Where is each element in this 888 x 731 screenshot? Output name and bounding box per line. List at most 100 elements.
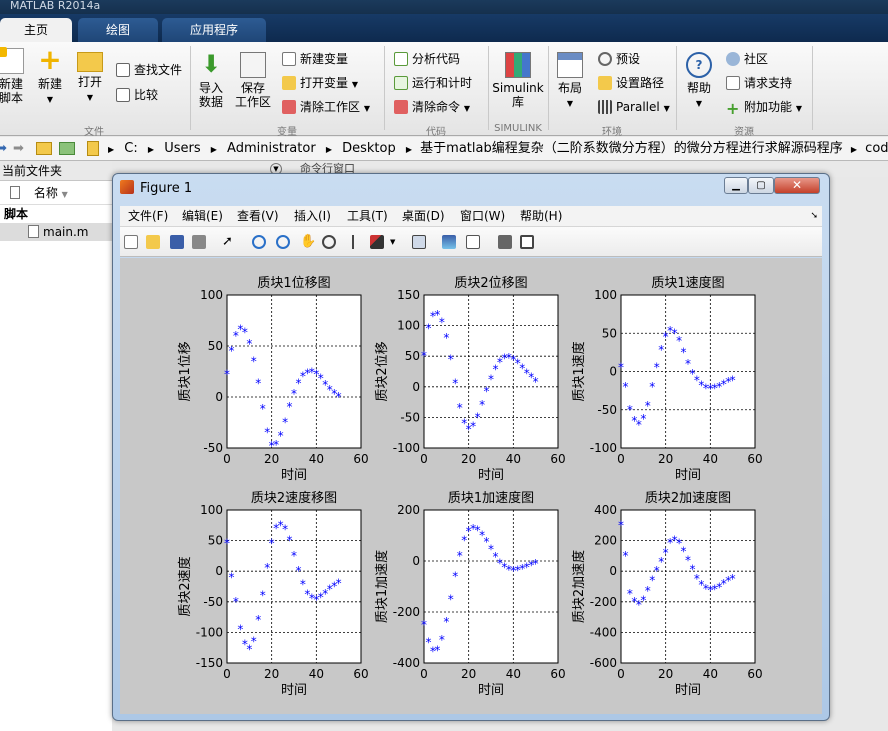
data-point: *	[443, 615, 449, 629]
tab-plots[interactable]: 绘图	[78, 18, 158, 42]
forward-arrow-icon[interactable]: ➡	[13, 137, 24, 161]
menu-tools[interactable]: 工具(T)	[347, 206, 388, 227]
dock-arrow-icon[interactable]: ➘	[810, 206, 818, 227]
breadcrumb-item[interactable]: Desktop	[342, 141, 396, 156]
y-tick-label: -100	[196, 625, 223, 639]
x-axis-label: 时间	[675, 683, 701, 698]
open-variable-button[interactable]: 打开变量 ▼	[282, 75, 358, 93]
add-ons-button[interactable]: + 附加功能 ▼	[726, 99, 802, 117]
new-variable-icon	[282, 52, 296, 66]
pointer-icon[interactable]: ➚	[222, 235, 236, 249]
zoom-in-icon[interactable]	[252, 235, 266, 249]
x-tick-label: 0	[420, 667, 428, 681]
help-button[interactable]: ? 帮助 ▼	[682, 52, 716, 111]
data-point: *	[649, 380, 655, 394]
menu-edit[interactable]: 编辑(E)	[182, 206, 223, 227]
list-item[interactable]: main.m	[0, 223, 112, 241]
menu-insert[interactable]: 插入(I)	[294, 206, 331, 227]
print-icon[interactable]	[192, 235, 206, 249]
rotate-icon[interactable]	[322, 235, 336, 249]
x-tick-label: 40	[309, 667, 324, 681]
show-plot-tools-icon[interactable]	[520, 235, 534, 249]
y-tick-label: -400	[590, 625, 617, 639]
find-files-button[interactable]: 查找文件	[116, 62, 182, 78]
data-point: *	[654, 361, 660, 375]
run-and-time-button[interactable]: 运行和计时	[394, 75, 472, 91]
open-button[interactable]: 打开 ▼	[74, 48, 106, 105]
new-script-button[interactable]: 新建 脚本	[0, 47, 28, 105]
new-variable-button[interactable]: 新建变量	[282, 51, 348, 67]
breadcrumb-item[interactable]: code	[865, 141, 888, 156]
data-point: *	[730, 572, 736, 586]
chevron-down-icon: ▼	[663, 104, 670, 113]
link-plot-icon[interactable]	[412, 235, 426, 249]
colorbar-icon[interactable]	[442, 235, 456, 249]
layout-icon	[557, 52, 583, 78]
new-button[interactable]: + 新建 ▼	[34, 46, 66, 107]
zoom-out-icon[interactable]	[276, 235, 290, 249]
x-axis-label: 时间	[478, 468, 504, 483]
parallel-button[interactable]: Parallel ▼	[598, 99, 670, 117]
layout-button[interactable]: 布局 ▼	[554, 52, 586, 111]
save-icon[interactable]	[170, 235, 184, 249]
menu-view[interactable]: 查看(V)	[237, 206, 279, 227]
close-button[interactable]: ✕	[774, 177, 820, 194]
list-item[interactable]: 脚本	[0, 205, 112, 223]
chevron-down-icon[interactable]: ▼	[390, 235, 398, 249]
breadcrumb-item[interactable]: C:	[124, 141, 137, 156]
compare-button[interactable]: 比较	[116, 87, 158, 103]
pan-icon[interactable]: ✋	[300, 235, 316, 249]
back-arrow-icon[interactable]: ➡	[0, 137, 7, 161]
ribbon: 新建 脚本 + 新建 ▼ 打开 ▼ 查找文件 比较 文件 ⬇ 导入 数据 保存 工作…	[0, 42, 888, 138]
simulink-library-button[interactable]: Simulink 库	[492, 52, 544, 109]
new-figure-icon[interactable]	[124, 235, 138, 249]
community-button[interactable]: 社区	[726, 51, 768, 67]
figure-title-bar: Figure 1	[120, 179, 320, 199]
menu-file[interactable]: 文件(F)	[128, 206, 168, 227]
breadcrumb-item[interactable]: 基于matlab编程复杂（二阶系数微分方程）的微分方程进行求解源码程序	[420, 141, 843, 156]
data-point: *	[457, 549, 463, 563]
data-point: *	[251, 354, 257, 368]
request-support-button[interactable]: 请求支持	[726, 75, 792, 91]
browse-folder-icon[interactable]	[59, 142, 75, 155]
data-point: *	[645, 399, 651, 413]
preferences-button[interactable]: 预设	[598, 51, 640, 67]
data-cursor-icon[interactable]	[346, 235, 360, 249]
minimize-button[interactable]: ▁	[724, 177, 748, 194]
tab-home[interactable]: 主页	[0, 18, 72, 42]
up-folder-icon[interactable]	[36, 142, 52, 155]
data-point: *	[622, 380, 628, 394]
legend-icon[interactable]	[466, 235, 480, 249]
group-label-simulink: SIMULINK	[494, 123, 542, 134]
data-point: *	[269, 537, 275, 551]
menu-window[interactable]: 窗口(W)	[460, 206, 505, 227]
maximize-button[interactable]: ▢	[748, 177, 774, 194]
chevron-down-icon: ▼	[46, 95, 54, 104]
axes-box[interactable]	[226, 294, 362, 449]
run-time-icon	[394, 76, 408, 90]
save-workspace-button[interactable]: 保存 工作区	[234, 52, 272, 109]
tab-apps[interactable]: 应用程序	[162, 18, 266, 42]
y-tick-label: -50	[400, 410, 420, 424]
menu-help[interactable]: 帮助(H)	[520, 206, 562, 227]
subplot-title: 质块2位移图	[454, 276, 527, 291]
import-data-button[interactable]: ⬇ 导入 数据	[196, 52, 226, 109]
data-point: *	[278, 429, 284, 443]
group-divider	[812, 46, 813, 130]
menu-desktop[interactable]: 桌面(D)	[402, 206, 445, 227]
column-header[interactable]: 名称 ▼	[0, 181, 112, 205]
open-file-icon[interactable]	[146, 235, 160, 249]
data-point: *	[448, 352, 454, 366]
brush-icon[interactable]	[370, 235, 384, 249]
y-tick-label: 50	[208, 339, 223, 353]
hide-plot-tools-icon[interactable]	[498, 235, 512, 249]
axes-box[interactable]	[620, 509, 756, 664]
breadcrumb-item[interactable]: Users	[164, 141, 200, 156]
analyze-code-button[interactable]: 分析代码	[394, 51, 460, 67]
x-tick-label: 40	[506, 452, 521, 466]
clear-workspace-button[interactable]: 清除工作区 ▼	[282, 99, 370, 117]
minimize-icon: ▁	[732, 180, 740, 191]
set-path-button[interactable]: 设置路径	[598, 75, 664, 91]
breadcrumb-item[interactable]: Administrator	[227, 141, 316, 156]
clear-commands-button[interactable]: 清除命令 ▼	[394, 99, 470, 117]
